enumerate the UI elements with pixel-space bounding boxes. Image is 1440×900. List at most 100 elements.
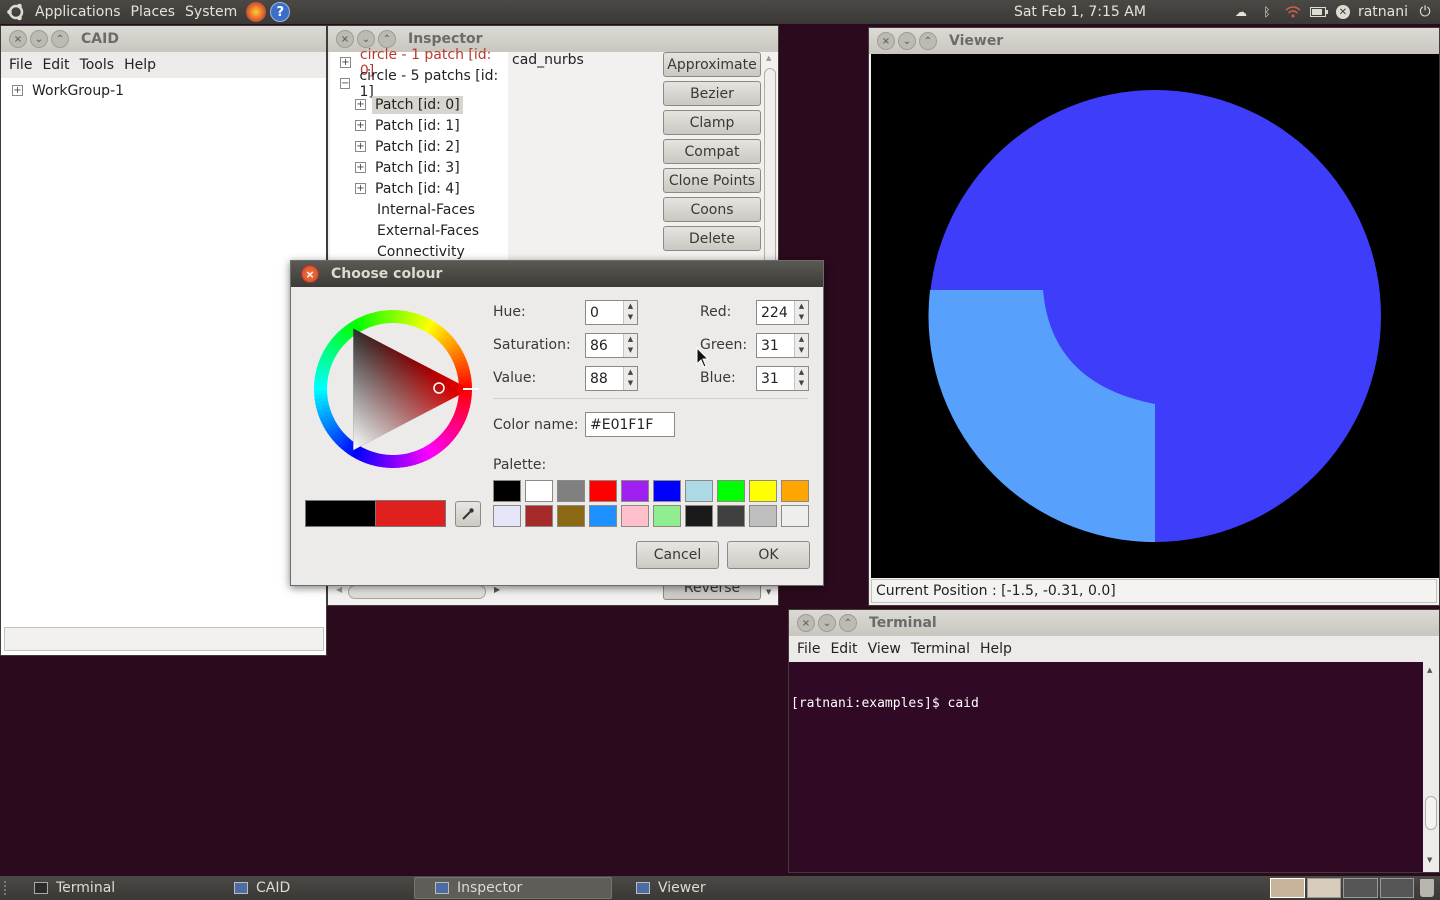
close-icon[interactable]: × [301, 265, 319, 283]
expand-icon[interactable]: + [355, 183, 366, 194]
bezier-button[interactable]: Bezier [663, 81, 761, 106]
maximize-icon[interactable]: ⌃ [919, 32, 937, 50]
workspace-3[interactable] [1343, 878, 1378, 898]
palette-swatch[interactable] [717, 505, 745, 527]
colour-wheel[interactable] [305, 301, 481, 477]
approximate-button[interactable]: Approximate [663, 52, 761, 77]
maximize-icon[interactable]: ⌃ [51, 30, 69, 48]
dialog-titlebar[interactable]: × Choose colour [291, 261, 823, 287]
expand-icon[interactable]: + [355, 120, 366, 131]
minimize-icon[interactable]: ⌄ [818, 614, 836, 632]
cancel-button[interactable]: Cancel [636, 541, 719, 569]
palette-swatch[interactable] [557, 505, 585, 527]
workspace-4[interactable] [1379, 878, 1414, 898]
scroll-up-icon[interactable]: ▲ [1427, 666, 1432, 674]
tree-item-circle-1[interactable]: − circle - 5 patchs [id: 1] [340, 68, 508, 100]
palette-swatch[interactable] [749, 480, 777, 502]
green-spinbutton[interactable]: 31 ▲ ▼ [756, 333, 809, 358]
minimize-icon[interactable]: ⌄ [357, 30, 375, 48]
tree-item-patch-4[interactable]: + Patch [id: 4] [355, 178, 460, 199]
clock[interactable]: Sat Feb 1, 7:15 AM [1014, 4, 1146, 20]
tree-item-patch-2[interactable]: + Patch [id: 2] [355, 136, 460, 157]
viewer-titlebar[interactable]: × ⌄ ⌃ Viewer [869, 28, 1439, 54]
palette-swatch[interactable] [589, 505, 617, 527]
minimize-icon[interactable]: ⌄ [898, 32, 916, 50]
workspace-2[interactable] [1306, 878, 1341, 898]
spin-arrows-icon[interactable]: ▲ ▼ [794, 334, 808, 357]
palette-swatch[interactable] [685, 480, 713, 502]
caid-titlebar[interactable]: × ⌄ ⌃ CAID [1, 26, 326, 52]
spin-arrows-icon[interactable]: ▲ ▼ [794, 367, 808, 390]
menu-system[interactable]: System [180, 4, 242, 20]
cloud-icon[interactable] [1176, 5, 1194, 19]
spin-arrows-icon[interactable]: ▲ ▼ [623, 367, 637, 390]
hue-spinbutton[interactable]: 0 ▲ ▼ [585, 300, 638, 325]
expand-icon[interactable]: + [355, 141, 366, 152]
terminal-titlebar[interactable]: × ⌄ ⌃ Terminal [789, 610, 1439, 636]
task-inspector[interactable]: Inspector [414, 877, 612, 899]
palette-swatch[interactable] [621, 480, 649, 502]
task-caid[interactable]: CAID [214, 877, 410, 899]
maximize-icon[interactable]: ⌃ [378, 30, 396, 48]
palette-swatch[interactable] [557, 480, 585, 502]
ok-button[interactable]: OK [727, 541, 810, 569]
maximize-icon[interactable]: ⌃ [839, 614, 857, 632]
task-terminal[interactable]: Terminal [14, 877, 210, 899]
palette-swatch[interactable] [621, 505, 649, 527]
menu-places[interactable]: Places [126, 4, 181, 20]
trash-icon[interactable] [1420, 879, 1434, 897]
tree-item-external-faces[interactable]: External-Faces [377, 220, 479, 241]
help-icon[interactable]: ? [270, 2, 291, 22]
palette-swatch[interactable] [525, 505, 553, 527]
menu-tools[interactable]: Tools [75, 57, 120, 73]
palette-swatch[interactable] [717, 480, 745, 502]
close-icon[interactable]: × [877, 32, 895, 50]
saturation-spinbutton[interactable]: 86 ▲ ▼ [585, 333, 638, 358]
palette-swatch[interactable] [493, 505, 521, 527]
workspace-1[interactable] [1270, 878, 1305, 898]
palette-swatch[interactable] [493, 480, 521, 502]
collapse-icon[interactable]: − [340, 78, 351, 89]
power-icon[interactable]: ⏻ [1416, 4, 1434, 20]
menu-file[interactable]: File [4, 57, 37, 73]
terminal-output[interactable]: [ratnani:examples]$ caid [789, 662, 1423, 872]
blue-spinbutton[interactable]: 31 ▲ ▼ [756, 366, 809, 391]
menu-file[interactable]: File [792, 641, 825, 657]
palette-swatch[interactable] [653, 480, 681, 502]
expand-icon[interactable]: + [340, 57, 351, 68]
value-spinbutton[interactable]: 88 ▲ ▼ [585, 366, 638, 391]
terminal-scrollbar[interactable]: ▲ ▼ [1423, 662, 1439, 872]
red-spinbutton[interactable]: 224 ▲ ▼ [756, 300, 809, 325]
workspace-switcher[interactable] [1270, 878, 1414, 898]
menu-edit[interactable]: Edit [37, 57, 74, 73]
palette-swatch[interactable] [589, 480, 617, 502]
bluetooth-icon[interactable]: ᛒ [1258, 5, 1276, 19]
minimize-icon[interactable]: ⌄ [30, 30, 48, 48]
delete-button[interactable]: Delete [663, 226, 761, 251]
tree-item-patch-3[interactable]: + Patch [id: 3] [355, 157, 460, 178]
expand-icon[interactable]: + [12, 85, 23, 96]
spin-arrows-icon[interactable]: ▲ ▼ [794, 301, 808, 324]
ubuntu-logo-icon[interactable] [6, 2, 26, 22]
scroll-thumb[interactable] [348, 585, 486, 599]
menu-help[interactable]: Help [975, 641, 1017, 657]
tree-item-patch-0[interactable]: + Patch [id: 0] [355, 94, 463, 115]
close-icon[interactable]: × [797, 614, 815, 632]
eyedropper-button[interactable] [455, 501, 481, 527]
scroll-down-icon[interactable]: ▼ [1427, 856, 1432, 864]
menu-terminal[interactable]: Terminal [906, 641, 975, 657]
spin-arrows-icon[interactable]: ▲ ▼ [623, 334, 637, 357]
scroll-up-icon[interactable]: ▲ [766, 54, 771, 62]
palette-swatch[interactable] [525, 480, 553, 502]
task-viewer[interactable]: Viewer [616, 877, 812, 899]
close-icon[interactable]: × [9, 30, 27, 48]
menu-help[interactable]: Help [119, 57, 161, 73]
palette-swatch[interactable] [685, 505, 713, 527]
coons-button[interactable]: Coons [663, 197, 761, 222]
tree-item-internal-faces[interactable]: Internal-Faces [377, 199, 475, 220]
tree-item-patch-1[interactable]: + Patch [id: 1] [355, 115, 460, 136]
compat-button[interactable]: Compat [663, 139, 761, 164]
scroll-right-icon[interactable]: ▶ [494, 585, 500, 594]
tree-item-connectivity[interactable]: Connectivity [377, 241, 465, 262]
palette-swatch[interactable] [781, 480, 809, 502]
